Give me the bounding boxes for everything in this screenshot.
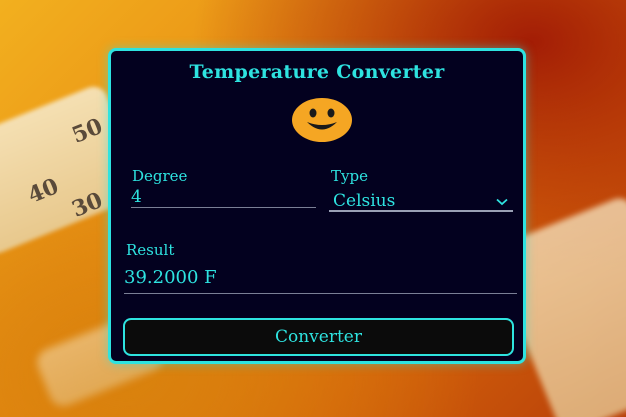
type-select-underline	[329, 210, 513, 212]
type-label: Type	[331, 167, 368, 185]
result-value: 39.2000 F	[124, 267, 217, 288]
degree-input[interactable]: 4	[131, 187, 142, 207]
convert-button[interactable]: Converter	[123, 318, 514, 356]
app-title: Temperature Converter	[189, 61, 445, 83]
result-underline	[124, 293, 517, 294]
degree-label: Degree	[132, 167, 188, 185]
smiley-face-icon	[292, 98, 352, 142]
result-label: Result	[126, 241, 175, 259]
converter-card: Temperature Converter Degree 4 Type Cels…	[108, 48, 526, 364]
degree-input-underline	[131, 207, 316, 208]
chevron-down-icon[interactable]	[496, 198, 508, 206]
type-select[interactable]: Celsius	[333, 191, 395, 211]
